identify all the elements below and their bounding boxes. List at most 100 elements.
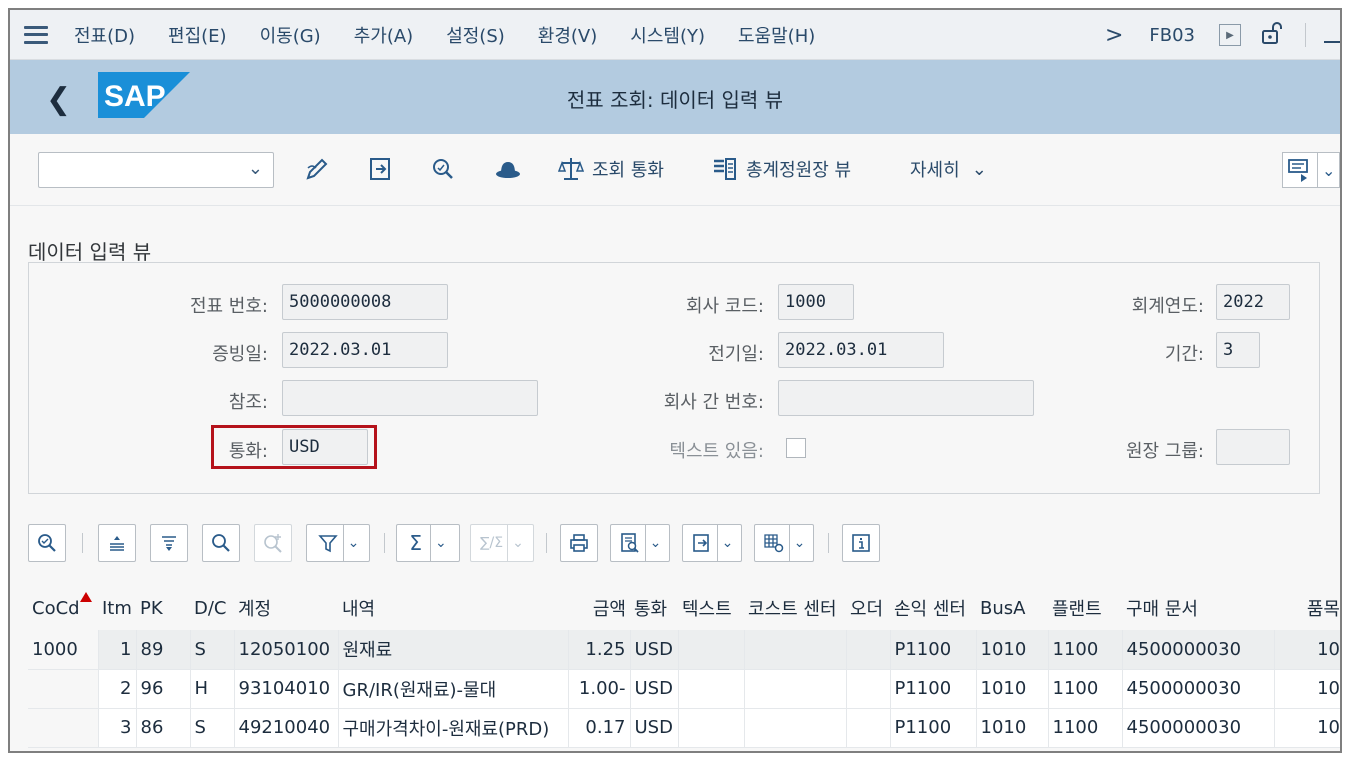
company-code-field[interactable]: 1000 <box>778 284 854 320</box>
sort-descending-button[interactable] <box>150 524 188 562</box>
sigma-icon: Σ <box>409 531 422 555</box>
reference-field[interactable] <box>282 380 538 416</box>
edit-pencil-icon[interactable] <box>304 154 330 184</box>
chevron-right-icon[interactable]: > <box>1105 23 1123 48</box>
zoom-display-icon[interactable] <box>430 154 456 184</box>
col-header-pk[interactable]: PK <box>136 586 190 630</box>
cell-account[interactable]: 93104010 <box>233 669 338 709</box>
cell-profit-center: P1100 <box>889 630 976 670</box>
transaction-code[interactable]: FB03 <box>1149 25 1195 46</box>
text-exists-label: 텍스트 있음: <box>669 441 764 462</box>
cell-itm: 2 <box>97 669 136 709</box>
fiscal-year-field[interactable]: 2022 <box>1216 284 1290 320</box>
total-button[interactable]: Σ ⌄ <box>396 524 460 562</box>
chevron-down-icon[interactable]: ⌄ <box>248 158 263 179</box>
table-row[interactable]: 2 96 H 93104010 GR/IR(원재료)-물대 1.00- USD … <box>28 669 1340 709</box>
section-title: 데이터 입력 뷰 <box>28 240 152 264</box>
cell-item: 10 <box>1273 630 1340 670</box>
chevron-down-icon: ⌄ <box>512 535 524 551</box>
switch-view-icon[interactable] <box>368 154 394 184</box>
play-icon[interactable]: ▶ <box>1219 24 1241 46</box>
cell-currency: USD <box>629 630 678 670</box>
menu-environment[interactable]: 환경(V) <box>538 22 597 48</box>
minimize-icon[interactable] <box>1324 41 1340 43</box>
layout-button[interactable]: ⌄ <box>754 524 814 562</box>
cell-po[interactable]: 4500000030 <box>1121 669 1274 709</box>
ledger-group-field[interactable] <box>1216 429 1290 465</box>
cell-po[interactable]: 4500000030 <box>1121 708 1274 748</box>
col-header-currency[interactable]: 통화 <box>630 586 678 630</box>
cell-description: 원재료 <box>337 630 568 670</box>
command-field-combo[interactable]: ⌄ <box>38 152 274 188</box>
cell-po[interactable]: 4500000030 <box>1121 630 1274 670</box>
posting-date-field[interactable]: 2022.03.01 <box>778 332 944 368</box>
table-row[interactable]: 3 86 S 49210040 구매가격차이-원재료(PRD) 0.17 USD… <box>28 708 1340 748</box>
filter-button[interactable]: ⌄ <box>306 524 370 562</box>
cell-dc: S <box>189 708 234 748</box>
col-header-order[interactable]: 오더 <box>846 586 890 630</box>
col-header-po[interactable]: 구매 문서 <box>1122 586 1274 630</box>
period-label: 기간: <box>1164 344 1204 365</box>
cell-account[interactable]: 49210040 <box>233 708 338 748</box>
zoom-check-icon <box>38 534 56 552</box>
more-button[interactable]: 자세히 ⌄ <box>910 154 987 184</box>
menu-help[interactable]: 도움말(H) <box>738 22 815 48</box>
hat-icon[interactable] <box>494 154 522 184</box>
sort-indicator-icon <box>80 592 92 602</box>
separator <box>507 525 509 561</box>
col-header-text[interactable]: 텍스트 <box>678 586 744 630</box>
find-next-button[interactable] <box>254 524 292 562</box>
menu-system[interactable]: 시스템(Y) <box>630 22 705 48</box>
cell-account[interactable]: 12050100 <box>233 630 338 670</box>
find-button[interactable] <box>202 524 240 562</box>
preview-icon <box>620 533 639 553</box>
col-header-account[interactable]: 계정 <box>234 586 338 630</box>
col-header-amount[interactable]: 금액 <box>568 586 630 630</box>
menu-document[interactable]: 전표(D) <box>74 22 135 48</box>
menubar-right: > FB03 ▶ <box>1105 10 1340 60</box>
menu-goto[interactable]: 이동(G) <box>260 22 321 48</box>
col-header-cocd[interactable]: CoCd <box>28 586 98 630</box>
gui-options-button[interactable]: ⌄ <box>1282 152 1340 188</box>
sort-ascending-button[interactable] <box>98 524 136 562</box>
col-header-itm[interactable]: Itm <box>98 586 136 630</box>
chevron-down-icon: ⌄ <box>721 535 734 551</box>
col-header-dc[interactable]: D/C <box>190 586 234 630</box>
ledger-view-button[interactable]: 총계정원장 뷰 <box>712 154 851 184</box>
unlock-icon[interactable] <box>1261 21 1283 49</box>
cell-currency: USD <box>629 669 678 709</box>
col-header-description[interactable]: 내역 <box>338 586 568 630</box>
menu-extras[interactable]: 추가(A) <box>354 22 413 48</box>
period-field[interactable]: 3 <box>1216 332 1260 368</box>
col-header-busa[interactable]: BusA <box>976 586 1048 630</box>
col-header-item[interactable]: 품목 <box>1274 586 1340 630</box>
print-preview-button[interactable]: ⌄ <box>610 524 670 562</box>
cell-order <box>845 630 890 670</box>
cell-profit-center: P1100 <box>889 669 976 709</box>
intercompany-field[interactable] <box>778 380 1034 416</box>
export-button[interactable]: ⌄ <box>682 524 742 562</box>
col-header-profit-center[interactable]: 손익 센터 <box>890 586 976 630</box>
print-button[interactable] <box>560 524 598 562</box>
doc-date-field[interactable]: 2022.03.01 <box>282 332 448 368</box>
menu-edit[interactable]: 편집(E) <box>168 22 227 48</box>
cell-amount: 1.00- <box>567 669 630 709</box>
col-header-plant[interactable]: 플랜트 <box>1048 586 1122 630</box>
doc-number-field[interactable]: 5000000008 <box>282 284 448 320</box>
hamburger-menu-icon[interactable] <box>24 25 48 44</box>
table-row[interactable]: 1000 1 89 S 12050100 원재료 1.25 USD P1100 … <box>28 630 1340 670</box>
subtotal-button[interactable]: ∑/Σ ⌄ <box>470 524 534 562</box>
text-exists-checkbox[interactable] <box>786 438 806 458</box>
line-items-grid: CoCd Itm PK D/C 계정 내역 금액 통화 텍스트 코스트 센터 오… <box>28 586 1340 748</box>
display-currency-button[interactable]: 조회 통화 <box>558 154 664 184</box>
separator <box>828 533 829 553</box>
col-header-cost-center[interactable]: 코스트 센터 <box>744 586 846 630</box>
chevron-down-icon: ⌄ <box>347 535 360 551</box>
details-zoom-button[interactable] <box>28 524 66 562</box>
intercompany-label: 회사 간 번호: <box>663 392 764 413</box>
chevron-down-icon[interactable]: ⌄ <box>1322 161 1335 180</box>
info-button[interactable] <box>842 524 880 562</box>
menu-settings[interactable]: 설정(S) <box>446 22 505 48</box>
cell-itm: 1 <box>97 630 136 670</box>
cell-busa: 1010 <box>975 669 1048 709</box>
